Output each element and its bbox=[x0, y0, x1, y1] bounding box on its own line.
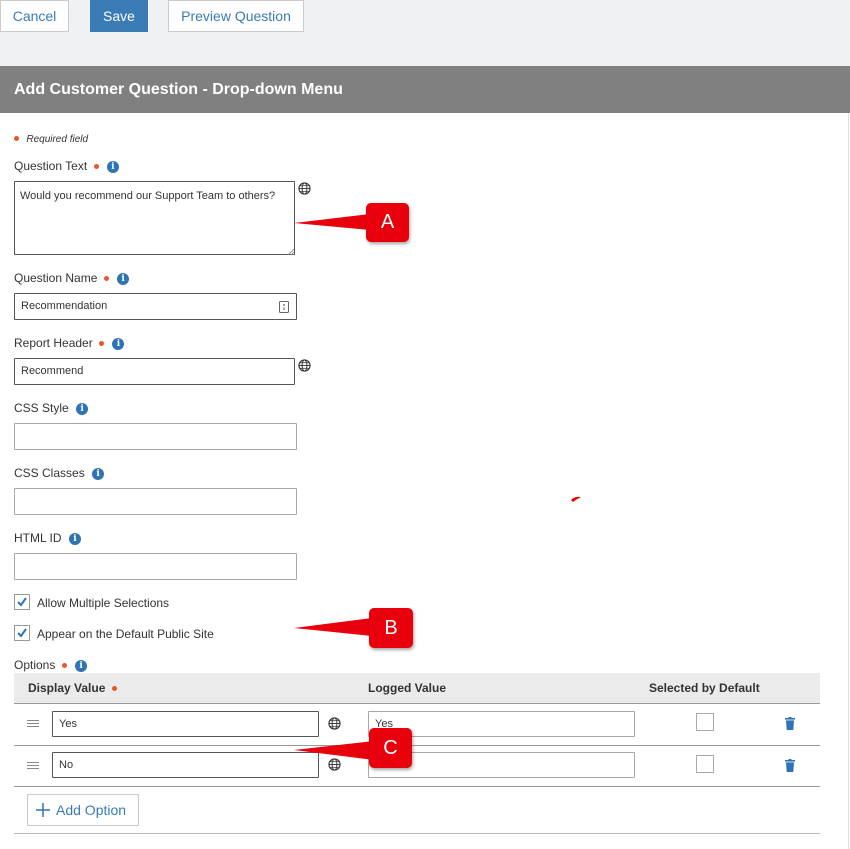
checkmark-icon bbox=[17, 597, 27, 607]
css-classes-label: CSS Classes i bbox=[14, 466, 105, 480]
appear-default-site-checkbox[interactable] bbox=[14, 625, 30, 641]
question-text-label-text: Question Text bbox=[14, 159, 88, 173]
selected-by-default-checkbox[interactable] bbox=[696, 755, 714, 773]
required-dot-icon bbox=[111, 686, 117, 692]
table-bottom-border bbox=[14, 833, 820, 834]
report-header-input[interactable]: Recommend bbox=[14, 358, 295, 385]
question-name-label-text: Question Name bbox=[14, 271, 98, 285]
checkmark-icon bbox=[17, 628, 27, 638]
callout-c: C bbox=[369, 728, 412, 768]
selected-by-default-checkbox[interactable] bbox=[696, 713, 714, 731]
info-icon[interactable]: i bbox=[68, 532, 81, 545]
trash-icon[interactable] bbox=[785, 759, 795, 772]
drag-handle-icon[interactable] bbox=[27, 762, 39, 770]
css-style-input[interactable] bbox=[14, 423, 297, 450]
required-dot-icon bbox=[99, 341, 105, 347]
info-icon[interactable]: i bbox=[75, 659, 88, 672]
required-dot-icon bbox=[14, 136, 19, 142]
question-text-textarea[interactable]: Would you recommend our Support Team to … bbox=[14, 181, 295, 255]
report-header-label: Report Header i bbox=[14, 336, 125, 350]
option-display-value-input[interactable]: Yes bbox=[52, 711, 319, 737]
info-icon[interactable]: i bbox=[92, 467, 105, 480]
preview-question-button[interactable]: Preview Question bbox=[168, 0, 304, 32]
html-id-label-text: HTML ID bbox=[14, 531, 62, 545]
question-name-value: Recommendation bbox=[21, 300, 108, 312]
html-id-input[interactable] bbox=[14, 553, 297, 580]
column-header-selected-default: Selected by Default bbox=[649, 681, 760, 695]
required-dot-icon bbox=[103, 276, 109, 282]
column-header-display-value-text: Display Value bbox=[28, 681, 106, 695]
info-icon[interactable]: i bbox=[76, 402, 89, 415]
page-title: Add Customer Question - Drop-down Menu bbox=[0, 66, 850, 113]
plus-icon bbox=[36, 803, 50, 817]
option-display-value-input[interactable]: No bbox=[52, 752, 319, 778]
required-note: Required field bbox=[14, 131, 88, 145]
allow-multiple-checkbox[interactable] bbox=[14, 594, 30, 610]
question-name-input[interactable]: Recommendation bbox=[14, 293, 297, 320]
info-icon[interactable]: i bbox=[117, 272, 130, 285]
css-classes-input[interactable] bbox=[14, 488, 297, 515]
options-label-text: Options bbox=[14, 658, 56, 672]
callout-b: B bbox=[369, 608, 413, 648]
globe-icon[interactable] bbox=[298, 359, 311, 372]
column-header-display-value: Display Value bbox=[28, 681, 117, 695]
css-style-label-text: CSS Style bbox=[14, 401, 69, 415]
question-name-label: Question Name i bbox=[14, 271, 130, 285]
globe-icon[interactable] bbox=[298, 182, 311, 195]
add-option-button[interactable]: Add Option bbox=[27, 794, 139, 826]
table-divider bbox=[14, 745, 820, 746]
info-icon[interactable]: i bbox=[112, 337, 125, 350]
globe-icon[interactable] bbox=[328, 717, 341, 730]
table-divider bbox=[14, 703, 820, 704]
annotation-mark bbox=[571, 496, 581, 502]
table-divider bbox=[14, 786, 820, 787]
required-dot-icon bbox=[61, 663, 67, 669]
options-label: Options i bbox=[14, 658, 88, 672]
appear-default-site-label[interactable]: Appear on the Default Public Site bbox=[37, 627, 214, 641]
contact-card-icon bbox=[279, 301, 289, 313]
css-style-label: CSS Style i bbox=[14, 401, 89, 415]
panel-border bbox=[848, 113, 849, 849]
css-classes-label-text: CSS Classes bbox=[14, 466, 85, 480]
drag-handle-icon[interactable] bbox=[27, 720, 39, 728]
add-option-label: Add Option bbox=[56, 802, 127, 818]
save-button[interactable]: Save bbox=[90, 0, 148, 32]
column-header-logged-value: Logged Value bbox=[368, 681, 447, 695]
required-dot-icon bbox=[93, 164, 99, 170]
html-id-label: HTML ID i bbox=[14, 531, 81, 545]
toolbar: Cancel Save Preview Question bbox=[0, 0, 850, 66]
allow-multiple-label[interactable]: Allow Multiple Selections bbox=[37, 596, 169, 610]
trash-icon[interactable] bbox=[785, 717, 795, 730]
question-text-label: Question Text i bbox=[14, 159, 119, 173]
callout-a: A bbox=[366, 203, 409, 242]
cancel-button[interactable]: Cancel bbox=[0, 0, 69, 32]
info-icon[interactable]: i bbox=[106, 160, 119, 173]
required-note-text: Required field bbox=[26, 134, 89, 145]
report-header-label-text: Report Header bbox=[14, 336, 93, 350]
